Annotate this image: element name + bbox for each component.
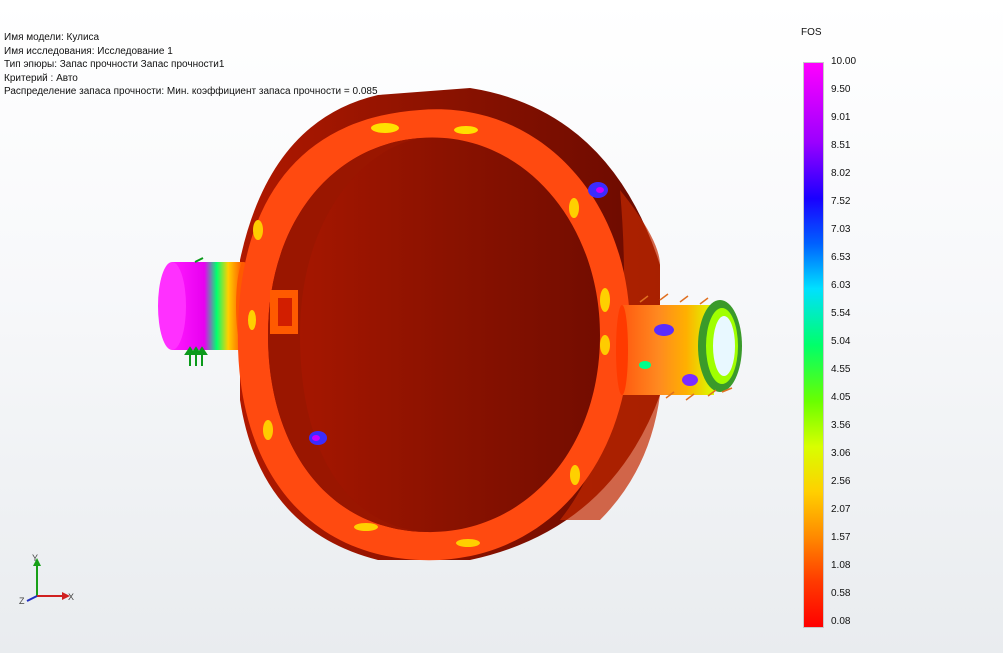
legend-tick-label: 6.03 [831,280,851,291]
legend-tick-label: 2.07 [831,504,851,515]
legend-tick-label: 3.06 [831,448,851,459]
legend-tick-label: 3.56 [831,420,851,431]
triad-z-label: Z [19,596,25,604]
legend-title: FOS [801,27,822,38]
legend-tick-labels: 10.00 9.50 9.01 8.51 8.02 7.52 7.03 6.53 6.03 5.5… [831,56,871,630]
legend-tick-label: 2.56 [831,476,851,487]
right-shaft [616,300,742,395]
legend-tick-label: 8.51 [831,140,851,151]
triad-x-label: X [68,592,74,602]
legend-tick-label: 6.53 [831,252,851,263]
fos-color-scale [803,62,824,628]
legend-tick-label: 7.03 [831,224,851,235]
legend-tick-label: 1.08 [831,560,851,571]
legend-tick-label: 9.50 [831,84,851,95]
legend-tick-label: 10.00 [831,56,857,67]
triad-y-label: Y [32,553,38,563]
legend-tick-label: 4.55 [831,364,851,375]
legend-tick-label: 5.54 [831,308,851,319]
legend-tick-label: 7.52 [831,196,851,207]
graphics-viewport[interactable]: Имя модели: Кулиса Имя исследования: Исс… [0,0,1003,653]
coordinate-triad-icon: Y X Z [19,553,74,604]
legend-tick-label: 5.04 [831,336,851,347]
legend-tick-label: 0.58 [831,588,851,599]
legend-tick-label: 0.08 [831,616,851,627]
legend-tick-label: 4.05 [831,392,851,403]
left-shaft [158,262,252,350]
legend-tick-label: 8.02 [831,168,851,179]
inner-boss [270,290,298,334]
legend-tick-label: 1.57 [831,532,851,543]
legend-tick-label: 9.01 [831,112,851,123]
